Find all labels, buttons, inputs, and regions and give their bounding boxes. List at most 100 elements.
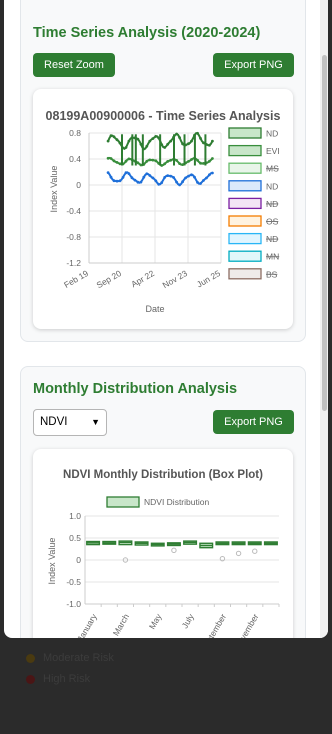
legend-label: EVI: [266, 146, 280, 156]
legend-swatch: [228, 268, 262, 280]
series-point: [154, 159, 158, 163]
series-point: [112, 179, 116, 183]
reset-zoom-button[interactable]: Reset Zoom: [33, 53, 115, 77]
series-point: [199, 137, 202, 140]
chart-gridlines: [88, 132, 222, 264]
series-point: [148, 158, 152, 162]
y-tick-label: -0.5: [66, 577, 81, 587]
legend-item[interactable]: OS: [228, 215, 279, 227]
box-plot-container: NDVI Monthly Distribution (Box Plot) NDV…: [33, 449, 293, 638]
export-png-button[interactable]: Export PNG: [213, 53, 294, 77]
series-point: [175, 180, 179, 184]
series-point: [190, 158, 193, 161]
box-april: [134, 541, 149, 546]
legend-swatch: [106, 496, 140, 508]
box-january: [86, 540, 101, 546]
modal-scrollbar-thumb[interactable]: [322, 55, 327, 411]
series-point: [175, 159, 179, 162]
x-axis-ticks: January March May July September November: [75, 611, 261, 638]
series-point: [181, 180, 185, 184]
export-png-button[interactable]: Export PNG: [213, 410, 294, 434]
series-point: [202, 162, 205, 165]
series-point: [133, 178, 137, 182]
box-october: [231, 541, 246, 557]
modal-scrollbar-track[interactable]: [320, 0, 328, 638]
box-outlier: [252, 548, 258, 554]
time-series-title: Time Series Analysis (2020-2024): [33, 25, 261, 41]
series-point: [166, 142, 170, 146]
analysis-modal: Time Series Analysis (2020-2024) Reset Z…: [4, 0, 328, 638]
legend-item[interactable]: NDVI Distribution: [106, 496, 209, 508]
monthly-distribution-title: Monthly Distribution Analysis: [33, 381, 238, 397]
box-plot-chart[interactable]: NDVI Monthly Distribution (Box Plot) NDV…: [33, 449, 293, 638]
background-legend-item: High Risk: [26, 673, 90, 685]
series-point: [124, 171, 128, 175]
series-point: [184, 176, 188, 180]
series-point: [136, 161, 140, 165]
x-tick-label: November: [232, 612, 260, 638]
legend-item[interactable]: BS: [228, 268, 278, 280]
series-point: [118, 141, 122, 145]
series-point: [151, 176, 155, 180]
series-point: [187, 142, 190, 146]
x-tick-label: Feb 19: [62, 268, 90, 290]
series-point: [145, 144, 149, 148]
index-select-value: NDVI: [40, 416, 68, 428]
series-point: [106, 156, 110, 160]
legend-item[interactable]: ND: [228, 127, 278, 139]
chart-legend[interactable]: ND EVI MS ND ND OS ND MN BS: [228, 127, 280, 280]
legend-swatch: [228, 197, 262, 210]
background-legend-label: High Risk: [43, 673, 91, 685]
y-tick-label: -0.4: [66, 206, 81, 216]
series-point: [160, 181, 164, 184]
chevron-down-icon: ▼: [91, 417, 100, 427]
legend-item[interactable]: ND: [228, 232, 279, 245]
series-point: [169, 174, 173, 178]
series-point: [115, 179, 119, 183]
series-point: [151, 137, 155, 140]
legend-item[interactable]: MN: [228, 250, 280, 262]
time-series-card: Time Series Analysis (2020-2024) Reset Z…: [20, 0, 306, 342]
y-axis-ticks: 1.0 0.5 0 -0.5 -1.0: [66, 511, 81, 609]
legend-swatch: [228, 215, 262, 227]
box-june: [166, 542, 181, 554]
series-point: [172, 176, 176, 179]
series-point: [136, 137, 140, 141]
series-point: [211, 171, 214, 175]
series-point: [154, 179, 158, 183]
x-tick-label: Sep 20: [95, 268, 124, 290]
time-series-chart[interactable]: 08199A00900006 - Time Series Analysis 0.…: [33, 89, 293, 329]
series-point: [115, 138, 119, 142]
series-point: [112, 159, 116, 163]
index-select[interactable]: NDVI ▼: [33, 409, 107, 436]
series-point: [169, 139, 173, 143]
x-tick-label: July: [180, 611, 197, 630]
box-plot-boxes: [86, 540, 278, 563]
series-point: [202, 179, 205, 182]
series-point: [121, 176, 125, 179]
legend-item[interactable]: ND: [228, 180, 278, 192]
x-tick-label: September: [199, 612, 229, 638]
series-point: [190, 139, 193, 143]
series-point: [169, 158, 173, 162]
y-tick-label: 0: [76, 555, 81, 565]
series-point: [118, 162, 122, 166]
series-point: [112, 135, 116, 139]
series-point: [136, 180, 140, 184]
legend-item[interactable]: EVI: [228, 144, 280, 157]
legend-item[interactable]: MS: [228, 162, 279, 174]
x-axis-ticks: Feb 19 Sep 20 Apr 22 Nov 23 Jun 25: [62, 268, 222, 290]
chart-legend[interactable]: NDVI Distribution: [106, 496, 209, 508]
series-point: [127, 157, 131, 161]
legend-item[interactable]: ND: [228, 197, 279, 210]
box-outlier: [235, 550, 242, 557]
series-point: [151, 158, 155, 162]
x-tick-label: January: [75, 611, 99, 638]
box-july: [183, 540, 198, 545]
monthly-distribution-card: Monthly Distribution Analysis NDVI ▼ Exp…: [20, 366, 306, 638]
y-tick-label: 0.5: [69, 533, 81, 543]
series-point: [178, 162, 182, 165]
series-point: [166, 160, 170, 163]
x-tick-label: Apr 22: [129, 268, 156, 289]
chart-series: [106, 131, 214, 187]
